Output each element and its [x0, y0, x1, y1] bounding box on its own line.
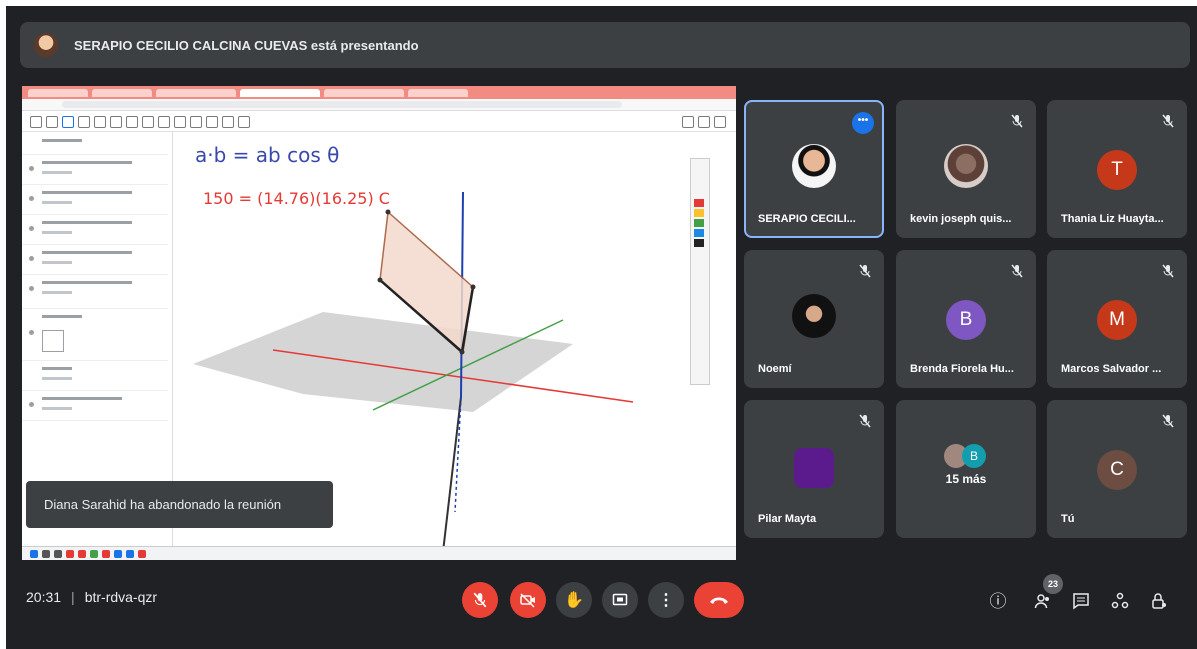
- camera-off-icon: [520, 593, 535, 608]
- os-taskbar: [22, 546, 736, 560]
- activities-button[interactable]: [1110, 592, 1130, 612]
- participant-name: kevin joseph quis...: [910, 213, 1012, 225]
- mic-toggle-button[interactable]: [462, 582, 498, 618]
- present-screen-button[interactable]: [602, 582, 638, 618]
- chat-button[interactable]: [1071, 592, 1091, 612]
- participant-name: Marcos Salvador ...: [1061, 363, 1162, 375]
- handwriting-formula: a·b = ab cos θ: [195, 143, 339, 167]
- browser-address-bar: [22, 99, 736, 111]
- handwriting-calc: 150 = (14.76)(16.25) C: [203, 189, 390, 208]
- meeting-info: 20:31 | btr-rdva-qzr: [26, 589, 157, 605]
- notification-toast: Diana Sarahid ha abandonado la reunión: [26, 481, 333, 528]
- avatar: B: [962, 444, 986, 468]
- avatar: T: [1097, 150, 1137, 190]
- participant-tile-1[interactable]: ••• SERAPIO CECILI...: [744, 100, 884, 238]
- hand-icon: ✋: [564, 592, 584, 609]
- activities-icon: [1111, 592, 1129, 609]
- avatar: M: [1097, 300, 1137, 340]
- more-options-button[interactable]: ⋮: [648, 582, 684, 618]
- meeting-code: btr-rdva-qzr: [84, 589, 158, 605]
- chat-icon: [1073, 593, 1089, 610]
- more-vert-icon: ⋮: [658, 592, 674, 609]
- mic-off-icon: [473, 592, 487, 608]
- participant-name: Noemí: [758, 363, 792, 375]
- participant-tile-2[interactable]: kevin joseph quis...: [896, 100, 1036, 238]
- clock: 20:31: [26, 589, 62, 605]
- mic-off-icon: [859, 264, 871, 278]
- host-controls-button[interactable]: [1149, 592, 1169, 612]
- lock-person-icon: [1152, 593, 1166, 609]
- avatar: [794, 448, 834, 488]
- participant-tile-4[interactable]: Noemí: [744, 250, 884, 388]
- leave-call-button[interactable]: [694, 582, 744, 618]
- participant-name: Pilar Mayta: [758, 513, 817, 525]
- info-icon: ⓘ: [989, 592, 1007, 611]
- people-button[interactable]: [1033, 592, 1053, 612]
- participant-tile-self[interactable]: C Tú: [1047, 400, 1187, 538]
- mic-off-icon: [1011, 114, 1023, 128]
- avatar: [792, 294, 836, 338]
- participant-tile-5[interactable]: B Brenda Fiorela Hu...: [896, 250, 1036, 388]
- geogebra-toolbar: [22, 111, 736, 132]
- present-icon: [612, 593, 628, 606]
- participant-name: Brenda Fiorela Hu...: [910, 363, 1014, 375]
- presenter-banner: SERAPIO CECILIO CALCINA CUEVAS está pres…: [20, 22, 1190, 68]
- participants-count-badge: 23: [1043, 574, 1063, 594]
- mic-off-icon: [859, 414, 871, 428]
- more-options-icon[interactable]: •••: [852, 112, 874, 134]
- participant-tile-6[interactable]: M Marcos Salvador ...: [1047, 250, 1187, 388]
- browser-tab-bar: [22, 86, 736, 99]
- avatar: C: [1097, 450, 1137, 490]
- participant-tile-7[interactable]: Pilar Mayta: [744, 400, 884, 538]
- mic-off-icon: [1011, 264, 1023, 278]
- separator: |: [71, 589, 75, 605]
- mic-off-icon: [1162, 264, 1174, 278]
- participant-tile-more[interactable]: B 15 más: [896, 400, 1036, 538]
- mic-off-icon: [1162, 114, 1174, 128]
- meet-window: SERAPIO CECILIO CALCINA CUEVAS está pres…: [6, 6, 1197, 649]
- avatar: B: [946, 300, 986, 340]
- avatar: [792, 144, 836, 188]
- presenter-text: SERAPIO CECILIO CALCINA CUEVAS está pres…: [74, 37, 419, 53]
- meeting-details-button[interactable]: ⓘ: [988, 592, 1008, 612]
- mic-off-icon: [1162, 414, 1174, 428]
- camera-toggle-button[interactable]: [510, 582, 546, 618]
- avatar: [944, 144, 988, 188]
- hang-up-icon: [710, 597, 728, 604]
- geogebra-style-bar: [690, 158, 710, 385]
- participant-name: Thania Liz Huayta...: [1061, 213, 1164, 225]
- participant-tile-3[interactable]: T Thania Liz Huayta...: [1047, 100, 1187, 238]
- people-icon: [1034, 594, 1049, 609]
- toast-message: Diana Sarahid ha abandonado la reunión: [44, 497, 282, 512]
- more-participants-label: 15 más: [945, 472, 987, 486]
- presenter-avatar: [34, 33, 58, 57]
- participant-name: SERAPIO CECILI...: [758, 213, 856, 225]
- participant-name: Tú: [1061, 513, 1075, 525]
- raise-hand-button[interactable]: ✋: [556, 582, 592, 618]
